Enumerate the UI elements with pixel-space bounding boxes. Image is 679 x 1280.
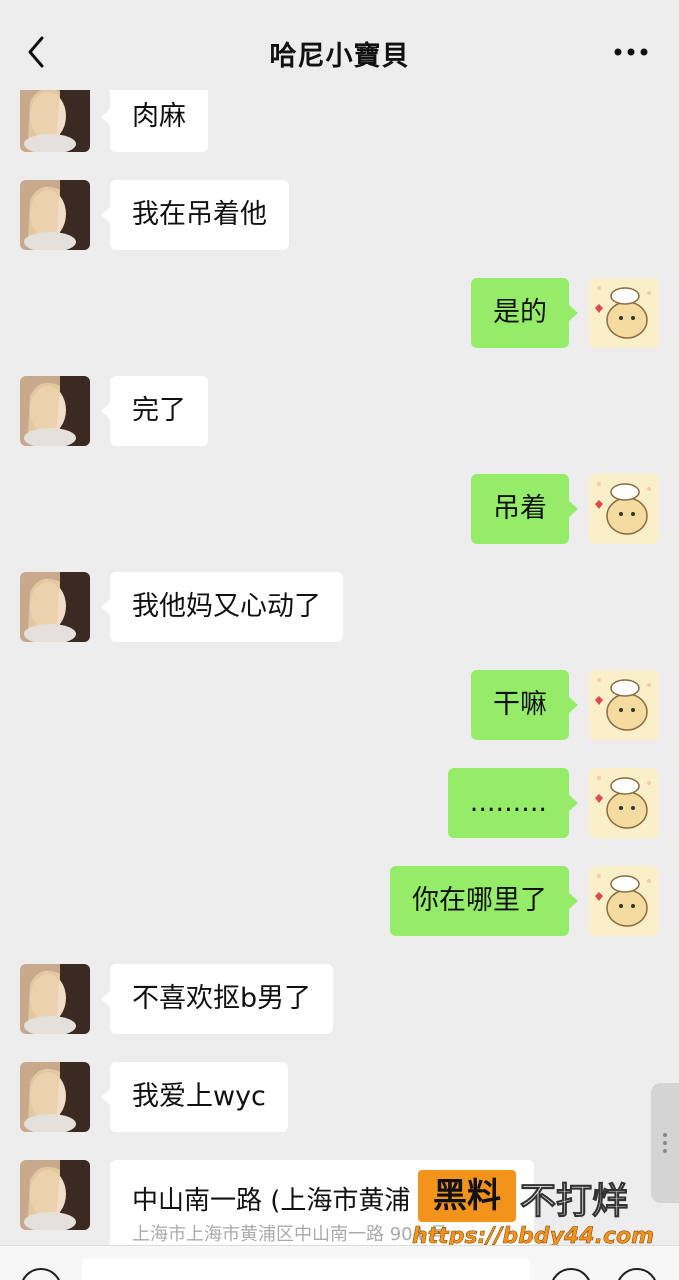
message-row: 肉麻 [0,82,679,154]
contact-avatar[interactable] [20,572,90,642]
message-bubble[interactable]: 我爱上wyc [101,1062,288,1132]
my-avatar[interactable] [589,768,659,838]
message-bubble[interactable]: 完了 [101,376,208,446]
message-row: 你在哪里了 [0,866,679,938]
message-row: 吊着 [0,474,679,546]
message-row: ......... [0,768,679,840]
message-row: 我爱上wyc [0,1062,679,1134]
watermark-text: 不打烊 [519,1181,629,1223]
contact-avatar[interactable] [20,1160,90,1230]
message-row: 干嘛 [0,670,679,742]
message-bubble[interactable]: 不喜欢抠b男了 [100,964,334,1034]
message-bubble[interactable]: ......... [447,768,579,838]
message-input[interactable] [82,1258,530,1280]
contact-avatar[interactable] [20,1062,90,1132]
chat-header: 哈尼小寶貝 [0,0,679,90]
message-bubble[interactable]: 我在吊着他 [101,180,289,250]
voice-icon[interactable] [20,1268,62,1280]
chat-title: 哈尼小寶貝 [269,41,410,72]
location-address: 上海市上海市黄浦区中山南一路 904 号 [132,1224,448,1245]
message-row: 是的 [0,278,679,350]
message-bubble[interactable]: 你在哪里了 [390,866,578,936]
message-bubble[interactable]: 肉麻 [101,82,208,152]
more-button[interactable] [613,44,649,58]
emoji-icon[interactable] [550,1268,592,1280]
my-avatar[interactable] [589,866,659,936]
my-avatar[interactable] [589,474,659,544]
contact-avatar[interactable] [20,82,90,152]
contact-avatar[interactable] [20,180,90,250]
message-row: 我在吊着他 [0,180,679,252]
contact-avatar[interactable] [20,964,90,1034]
plus-icon[interactable] [616,1268,658,1280]
message-bubble[interactable]: 是的 [471,278,578,348]
my-avatar[interactable] [589,278,659,348]
message-row: 不喜欢抠b男了 [0,964,679,1036]
message-bubble[interactable]: 干嘛 [471,670,578,740]
watermark-logo: 黑料 [418,1170,516,1222]
contact-avatar[interactable] [20,376,90,446]
message-bubble[interactable]: 吊着 [471,474,578,544]
message-row: 完了 [0,376,679,448]
my-avatar[interactable] [589,670,659,740]
message-bubble[interactable]: 我他妈又心动了 [101,572,343,642]
message-list: 肉麻 我在吊着他 是的 完了 吊着 我他妈又心动了 干嘛 ......... 你… [0,0,679,1245]
message-row: 我他妈又心动了 [0,572,679,644]
location-name: 中山南一路 (上海市黄浦 [132,1186,411,1216]
input-bar [0,1245,679,1280]
more-dots-icon [614,48,648,56]
